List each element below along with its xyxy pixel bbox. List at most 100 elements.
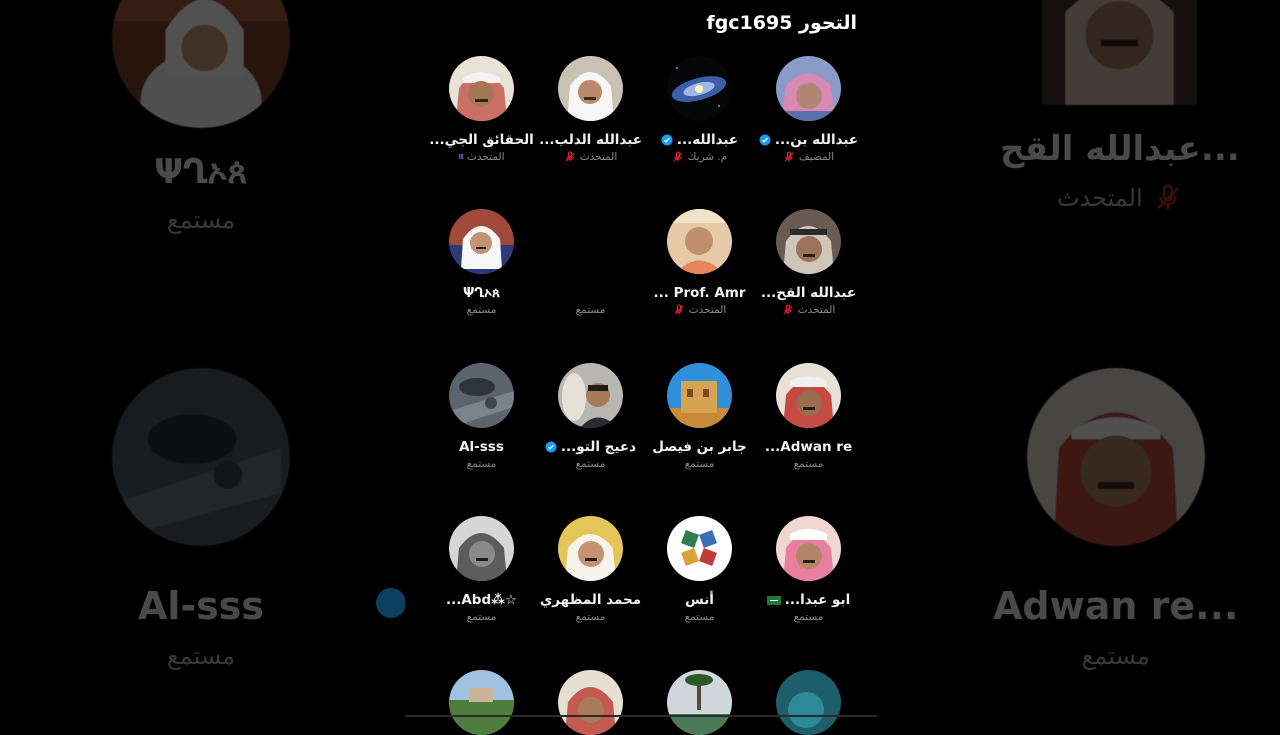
- avatar[interactable]: [667, 363, 732, 428]
- avatar[interactable]: [558, 516, 623, 581]
- participant-role: المتحدث: [466, 151, 505, 163]
- participant-role: مستمع: [793, 458, 824, 470]
- participant-name: عبدالله بن...: [774, 132, 859, 148]
- participant-card[interactable]: دعيج التو... مستمع: [536, 363, 645, 470]
- bg-avatar-4: [1026, 368, 1205, 546]
- participant-name-row: أنس: [685, 592, 714, 608]
- participant-role-row: مستمع: [685, 458, 715, 470]
- verified-badge-icon: [759, 134, 771, 146]
- participant-name: محمد المظهري: [539, 592, 642, 608]
- participant-role: المتحدث: [797, 304, 836, 316]
- participant-card[interactable]: Adwan re... مستمع: [754, 363, 863, 470]
- bg-role-3-text: المتحدث: [1056, 184, 1143, 212]
- mic-off-icon: [565, 151, 575, 162]
- avatar[interactable]: [558, 670, 623, 735]
- participant-role: م. شريك: [687, 151, 728, 163]
- verified-badge-icon: [661, 134, 673, 146]
- participant-name: عبدالله الدلب...: [539, 132, 642, 148]
- participant-card[interactable]: [536, 670, 645, 735]
- mic-off-icon: [784, 151, 794, 162]
- participant-card[interactable]: Prof. Amr ... المتحدث: [645, 209, 754, 316]
- avatar[interactable]: [558, 56, 623, 121]
- participant-name-row: محمد المظهري: [540, 592, 641, 608]
- participant-name-row: الحقائق الجي...: [429, 132, 534, 148]
- participant-card[interactable]: [645, 670, 754, 735]
- participant-role: مستمع: [466, 458, 497, 470]
- participant-card[interactable]: مستمع: [536, 209, 645, 316]
- bg-name-3: عبدالله القح...: [1000, 129, 1240, 169]
- participant-role: مستمع: [466, 304, 497, 316]
- bg-avatar-2: [112, 368, 290, 546]
- bg-name-2: Al-sss: [137, 584, 265, 628]
- participant-role-row: المتحدث: [673, 304, 726, 316]
- participant-name: Prof. Amr ...: [653, 285, 746, 301]
- participant-role: مستمع: [575, 458, 606, 470]
- participant-card[interactable]: أنس مستمع: [645, 516, 754, 623]
- participant-card[interactable]: ☆⁂Abd... مستمع: [427, 516, 536, 623]
- participant-name: جابر بن فيصل: [652, 439, 747, 455]
- participant-role: مستمع: [466, 611, 497, 623]
- avatar[interactable]: [449, 56, 514, 121]
- participant-card[interactable]: [427, 670, 536, 735]
- bg-mic-off-icon: [1156, 184, 1179, 210]
- participant-card[interactable]: ΨՂኦጰ مستمع: [427, 209, 536, 316]
- participant-role: مستمع: [793, 611, 824, 623]
- participant-card[interactable]: عبدالله... م. شريك: [645, 56, 754, 163]
- avatar[interactable]: [776, 209, 841, 274]
- avatar[interactable]: [776, 363, 841, 428]
- participant-card[interactable]: محمد المظهري مستمع: [536, 516, 645, 623]
- bg-verified-icon: [376, 588, 405, 618]
- participant-card[interactable]: الحقائق الجي... المتحدث ııı: [427, 56, 536, 163]
- participant-card[interactable]: عبدالله بن... المضيف: [754, 56, 863, 163]
- mic-off-icon: [783, 304, 793, 315]
- verified-badge-icon: [545, 441, 557, 453]
- bg-name-1: ΨՂኦጰ: [154, 152, 248, 192]
- avatar[interactable]: [667, 56, 732, 121]
- participant-card[interactable]: عبدالله الدلب... المتحدث: [536, 56, 645, 163]
- participant-role-row: مستمع: [467, 304, 497, 316]
- participant-name-row: عبدالله القح...: [761, 285, 856, 301]
- participant-name: أنس: [685, 592, 714, 608]
- avatar[interactable]: [449, 670, 514, 735]
- avatar[interactable]: [667, 670, 732, 735]
- bg-avatar-1: [112, 0, 290, 128]
- participant-role-row: مستمع: [794, 458, 824, 470]
- avatar[interactable]: [449, 363, 514, 428]
- participant-name-row: ΨՂኦጰ: [463, 285, 500, 301]
- avatar[interactable]: [449, 516, 514, 581]
- participant-role-row: المتحدث: [782, 304, 836, 316]
- participant-name-row: Adwan re...: [765, 439, 852, 455]
- participant-role-row: المتحدث ııı: [458, 151, 504, 163]
- participant-card[interactable]: [754, 670, 863, 735]
- mic-off-icon: [673, 151, 683, 162]
- participant-name-row: عبدالله الدلب...: [539, 132, 642, 148]
- avatar[interactable]: [776, 670, 841, 735]
- space-panel: fgc1695 التحور عبدالله بن... المضيف عبدا…: [405, 0, 877, 735]
- bg-avatar-3: [1042, 0, 1198, 105]
- participant-name: دعيج التو...: [560, 439, 637, 455]
- participant-role: مستمع: [684, 458, 715, 470]
- avatar-empty[interactable]: [558, 209, 623, 274]
- participant-name: ☆⁂Abd...: [445, 592, 518, 608]
- participant-card[interactable]: جابر بن فيصل مستمع: [645, 363, 754, 470]
- participant-name-row: ☆⁂Abd...: [446, 592, 517, 608]
- avatar[interactable]: [449, 209, 514, 274]
- saudi-flag-icon: [766, 595, 781, 605]
- participant-name: ابو عبدا...: [784, 592, 851, 608]
- participant-card[interactable]: ابو عبدا... مستمع: [754, 516, 863, 623]
- avatar[interactable]: [667, 209, 732, 274]
- bg-role-2: مستمع: [166, 642, 236, 670]
- participant-name: الحقائق الجي...: [429, 132, 534, 148]
- bg-participant-3: عبدالله القح... المتحدث: [1000, 0, 1240, 213]
- avatar[interactable]: [667, 516, 732, 581]
- background-right: عبدالله القح... المتحدث Adwan re... مستم…: [877, 0, 1280, 720]
- avatar[interactable]: [776, 516, 841, 581]
- bottom-divider: [405, 715, 877, 717]
- participant-card[interactable]: عبدالله القح... المتحدث: [754, 209, 863, 316]
- participant-role-row: مستمع: [794, 611, 824, 623]
- avatar[interactable]: [558, 363, 623, 428]
- participant-role: مستمع: [575, 304, 606, 316]
- avatar[interactable]: [776, 56, 841, 121]
- participant-role-row: المضيف: [783, 151, 834, 163]
- participant-card[interactable]: Al-sss مستمع: [427, 363, 536, 470]
